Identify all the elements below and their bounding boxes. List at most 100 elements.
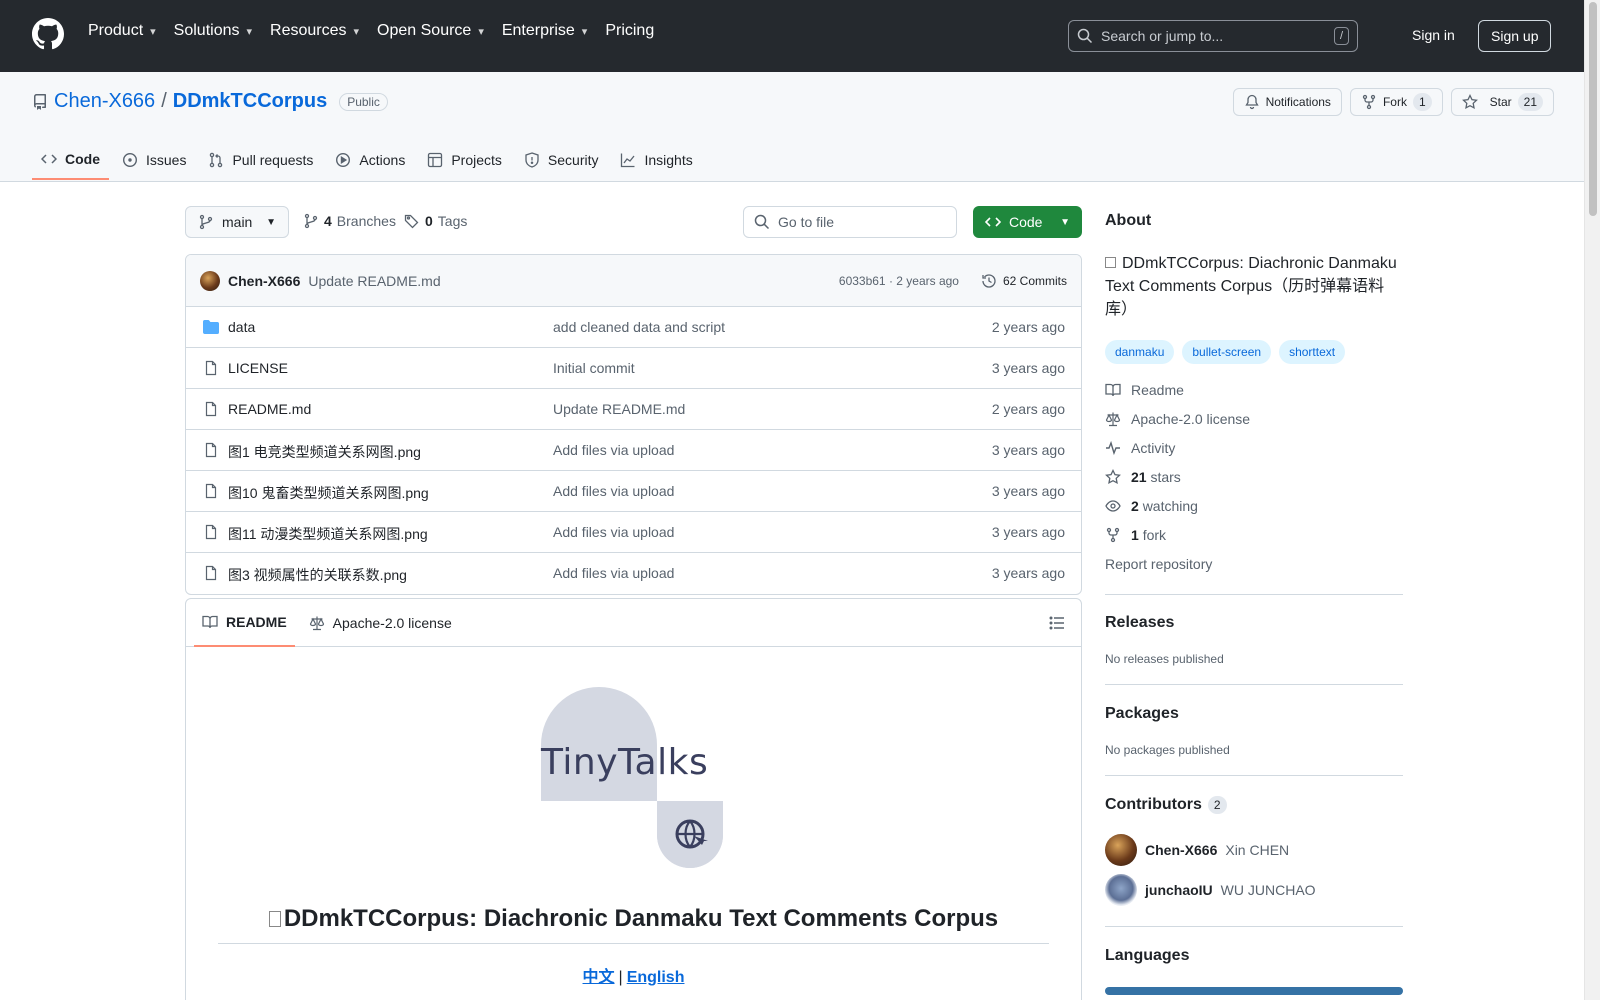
tab-actions[interactable]: Actions [326,140,414,180]
topic-tag[interactable]: danmaku [1105,340,1175,364]
file-row[interactable]: README.md Update README.md 2 years ago [186,389,1081,430]
readme-tabs: README Apache-2.0 license [186,599,1081,647]
fork-button[interactable]: Fork 1 [1349,88,1443,116]
law-icon [309,616,324,631]
nav-resources[interactable]: Resources ▾ [270,22,359,40]
commit-message-link[interactable]: Update README.md [308,273,440,289]
file-name-link[interactable]: 图3 视频属性的关联系数.png [228,565,407,585]
releases-empty-text: No releases published [1105,652,1224,666]
nav-open-source[interactable]: Open Source ▾ [377,22,484,40]
stars-link[interactable]: 21 stars [1105,469,1181,485]
readme-link[interactable]: Readme [1105,382,1184,398]
file-name-link[interactable]: README.md [228,401,311,417]
commit-author-link[interactable]: Chen-X666 [228,273,300,289]
report-repository-link[interactable]: Report repository [1105,556,1212,572]
star-button[interactable]: Star 21 [1450,88,1554,116]
tab-pull-requests[interactable]: Pull requests [199,140,322,180]
file-date: 3 years ago [991,442,1065,458]
activity-link[interactable]: Activity [1105,440,1175,456]
notifications-button[interactable]: Notifications [1232,88,1342,116]
fork-icon [1106,527,1120,543]
tab-issues[interactable]: Issues [113,140,195,180]
file-row[interactable]: LICENSE Initial commit 3 years ago [186,348,1081,389]
page-scrollbar[interactable] [1584,0,1600,1000]
branches-link[interactable]: 4 Branches [303,213,396,229]
topics-list: danmaku bullet-screen shorttext [1105,340,1346,364]
logo-wordmark: TinyTalks [541,742,709,783]
file-row[interactable]: 图1 电竞类型频道关系网图.png Add files via upload 3… [186,430,1081,471]
repo-name-link[interactable]: DDmkTCCorpus [173,90,327,113]
topic-tag[interactable]: shorttext [1279,340,1346,364]
tags-link[interactable]: 0 Tags [404,213,467,229]
shield-icon [525,152,539,168]
tab-projects[interactable]: Projects [418,140,511,180]
project-logo: TinyTalks [541,687,731,877]
table-icon [428,152,443,168]
commits-history-link[interactable]: 62 Commits [981,273,1067,289]
file-commit-message[interactable]: Add files via upload [553,483,674,499]
file-date: 3 years ago [991,565,1065,581]
repo-owner-link[interactable]: Chen-X666 [54,90,155,113]
branch-select-button[interactable]: main ▼ [185,206,289,238]
license-link[interactable]: Apache-2.0 license [1105,411,1250,427]
sign-up-button[interactable]: Sign up [1478,20,1552,52]
file-row[interactable]: 图10 鬼畜类型频道关系网图.png Add files via upload … [186,471,1081,512]
file-name-link[interactable]: data [228,319,255,335]
tab-security[interactable]: Security [515,140,608,180]
commit-sha-link[interactable]: 6033b61 · 2 years ago [839,274,959,288]
releases-title[interactable]: Releases [1105,614,1174,632]
lang-en-link[interactable]: English [627,969,685,986]
file-name-link[interactable]: 图10 鬼畜类型频道关系网图.png [228,483,429,503]
contributor-item[interactable]: junchaoIU WU JUNCHAO [1105,874,1316,906]
file-row[interactable]: 图11 动漫类型频道关系网图.png Add files via upload … [186,512,1081,553]
file-row[interactable]: data add cleaned data and script 2 years… [186,307,1081,348]
file-date: 3 years ago [991,524,1065,540]
file-commit-message[interactable]: add cleaned data and script [553,319,725,335]
fork-icon [1362,94,1376,110]
lang-zh-link[interactable]: 中文 [583,969,615,986]
file-name-link[interactable]: 图1 电竞类型频道关系网图.png [228,442,421,462]
file-name-link[interactable]: LICENSE [228,360,288,376]
watchers-link[interactable]: 2 watching [1105,498,1198,514]
global-search-input[interactable]: Search or jump to... / [1068,20,1358,52]
file-commit-message[interactable]: Add files via upload [553,565,674,581]
file-commit-message[interactable]: Add files via upload [553,442,674,458]
contributor-item[interactable]: Chen-X666 Xin CHEN [1105,834,1289,866]
file-date: 3 years ago [991,360,1065,376]
file-commit-message[interactable]: Update README.md [553,401,685,417]
code-dropdown-button[interactable]: Code ▼ [973,206,1082,238]
tab-license[interactable]: Apache-2.0 license [301,599,460,647]
file-name-link[interactable]: 图11 动漫类型频道关系网图.png [228,524,428,544]
file-commit-message[interactable]: Add files via upload [553,524,674,540]
eye-icon [1105,500,1121,512]
repo-actions: Notifications Fork 1 Star 21 [1232,88,1554,116]
file-commit-message[interactable]: Initial commit [553,360,635,376]
go-to-file-input[interactable]: Go to file [743,206,957,238]
tab-code[interactable]: Code [32,140,109,180]
topic-tag[interactable]: bullet-screen [1182,340,1272,364]
sign-in-link[interactable]: Sign in [1412,27,1455,43]
list-outline-icon[interactable] [1049,615,1065,631]
packages-title[interactable]: Packages [1105,705,1179,723]
languages-title: Languages [1105,947,1190,964]
github-logo-icon[interactable] [32,18,64,50]
nav-product[interactable]: Product ▾ [88,22,156,40]
avatar[interactable] [1105,834,1137,866]
avatar[interactable] [200,270,220,291]
tab-insights[interactable]: Insights [611,140,701,180]
contributors-title[interactable]: Contributors [1105,796,1202,814]
scrollbar-thumb[interactable] [1589,2,1597,216]
chevron-down-icon: ▾ [353,25,360,38]
star-icon [1105,469,1121,484]
nav-solutions[interactable]: Solutions ▾ [174,22,252,40]
avatar[interactable] [1105,874,1137,906]
missing-glyph-icon [1105,257,1116,268]
caret-down-icon: ▼ [266,216,276,228]
file-row[interactable]: 图3 视频属性的关联系数.png Add files via upload 3 … [186,553,1081,594]
chevron-down-icon: ▾ [246,25,253,38]
nav-enterprise[interactable]: Enterprise ▾ [502,22,587,40]
file-toolbar: main ▼ 4 Branches 0 Tags Go to file Code ▼ [185,206,1082,238]
tab-readme[interactable]: README [194,599,295,647]
forks-link[interactable]: 1 fork [1105,527,1166,543]
nav-pricing[interactable]: Pricing [605,22,654,40]
